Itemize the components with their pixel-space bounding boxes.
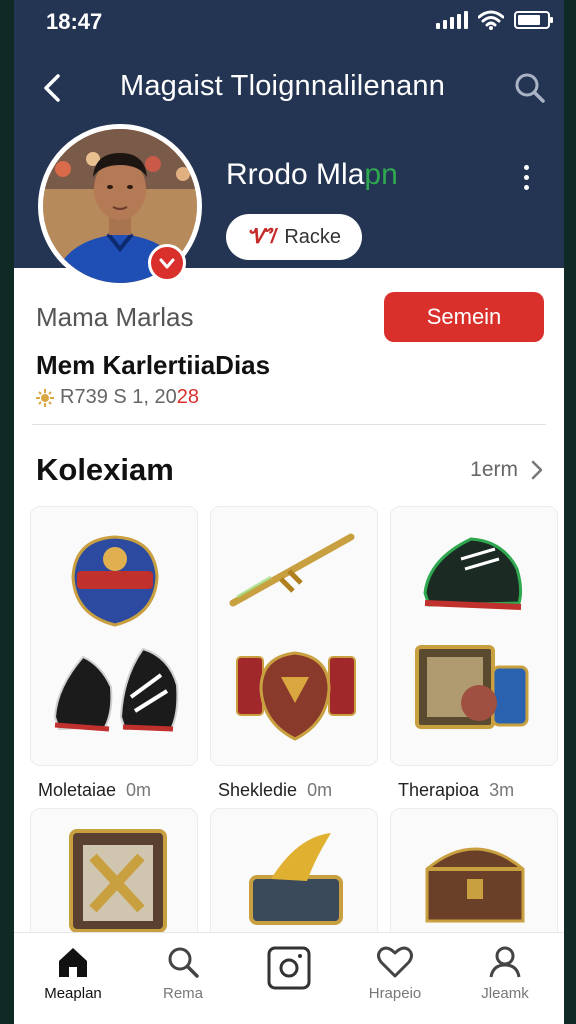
status-time: 18:47: [46, 9, 103, 34]
card-duration: 0m: [307, 780, 333, 800]
tab-label: Jleamk: [481, 985, 529, 1002]
camera-icon: [267, 946, 311, 990]
profile-icon: [489, 946, 521, 978]
heart-icon: [377, 946, 413, 978]
search-icon[interactable]: [510, 68, 550, 108]
battery-fill: [518, 15, 540, 25]
card-caption: Shekledie 0m: [218, 780, 332, 801]
collection-card[interactable]: [30, 506, 198, 766]
tag-pill[interactable]: Ꮙ/ Racke: [226, 214, 362, 260]
tab-search[interactable]: Rema: [128, 933, 238, 1024]
page-title: Magaist Tloignnalilenann: [120, 70, 446, 102]
sword-and-shield-image: [229, 533, 356, 741]
collection-more-label: 1erm: [470, 458, 518, 481]
collection-card[interactable]: [390, 808, 558, 948]
tab-home[interactable]: Meaplan: [18, 933, 128, 1024]
collection-card[interactable]: [30, 808, 198, 948]
collection-see-all[interactable]: 1erm: [470, 458, 544, 482]
nav-bar: Magaist Tloignnalilenann: [14, 62, 564, 112]
chest-image: [69, 829, 167, 933]
card-duration: 0m: [126, 780, 152, 800]
collection-card[interactable]: [210, 808, 378, 948]
app-screen: 18:47 Magaist Tloignnalilenann Rrodo Mla…: [14, 0, 564, 1024]
collection-card[interactable]: [390, 506, 558, 766]
collection-title: Kolexiam: [36, 452, 174, 487]
profile-name: Rrodo Mlapn: [226, 158, 398, 192]
card-duration: 3m: [489, 780, 515, 800]
tab-favorites[interactable]: Hrapeio: [340, 933, 450, 1024]
card-name: Therapioa: [398, 780, 480, 800]
badge-and-shoes-image: [53, 535, 179, 732]
battery-icon: [514, 11, 553, 29]
card-name: Shekledie: [218, 780, 298, 800]
tab-label: Hrapeio: [368, 985, 422, 1002]
card-caption: Therapioa 3m: [398, 780, 514, 801]
tag-icon: Ꮙ/: [246, 225, 277, 248]
card-caption: Moletaiae 0m: [38, 780, 151, 801]
sun-icon: [36, 388, 54, 407]
home-icon: [59, 948, 87, 977]
tab-label: Meaplan: [44, 985, 102, 1002]
tab-profile[interactable]: Jleamk: [450, 933, 560, 1024]
date-accent: 28: [176, 386, 199, 408]
status-bar: 18:47: [14, 0, 564, 44]
tab-label: Rema: [162, 985, 203, 1002]
info-heading: Mem KarlertiiaDias: [36, 350, 271, 380]
info-section: Mama Marlas Semein Mem KarlertiiaDias R7…: [14, 268, 564, 426]
card-name: Moletaiae: [38, 780, 117, 800]
info-date: R739 S 1, 2028: [36, 386, 199, 409]
info-label: Mama Marlas: [36, 302, 194, 332]
tab-camera[interactable]: [234, 933, 344, 1024]
date-main: R739 S 1, 20: [60, 386, 177, 408]
tag-label: Racke: [284, 225, 342, 248]
search-icon: [168, 947, 199, 978]
treasure-chest-image: [425, 847, 525, 923]
more-options-icon[interactable]: [512, 160, 540, 194]
wifi-icon: [478, 10, 504, 30]
status-icons: [436, 10, 553, 30]
chevron-right-icon: [531, 460, 543, 480]
primary-action-button[interactable]: Semein: [384, 292, 544, 342]
back-icon[interactable]: [34, 68, 74, 108]
tab-bar: Meaplan Rema Hrapeio Jleamk: [14, 932, 564, 1024]
signal-icon: [436, 11, 468, 29]
divider: [32, 424, 546, 425]
profile-name-accent: pn: [364, 158, 398, 191]
profile-name-main: Rrodo Mla: [226, 158, 365, 191]
collection-card[interactable]: [210, 506, 378, 766]
shoe-and-frame-image: [415, 537, 529, 729]
crown-image: [249, 833, 343, 925]
